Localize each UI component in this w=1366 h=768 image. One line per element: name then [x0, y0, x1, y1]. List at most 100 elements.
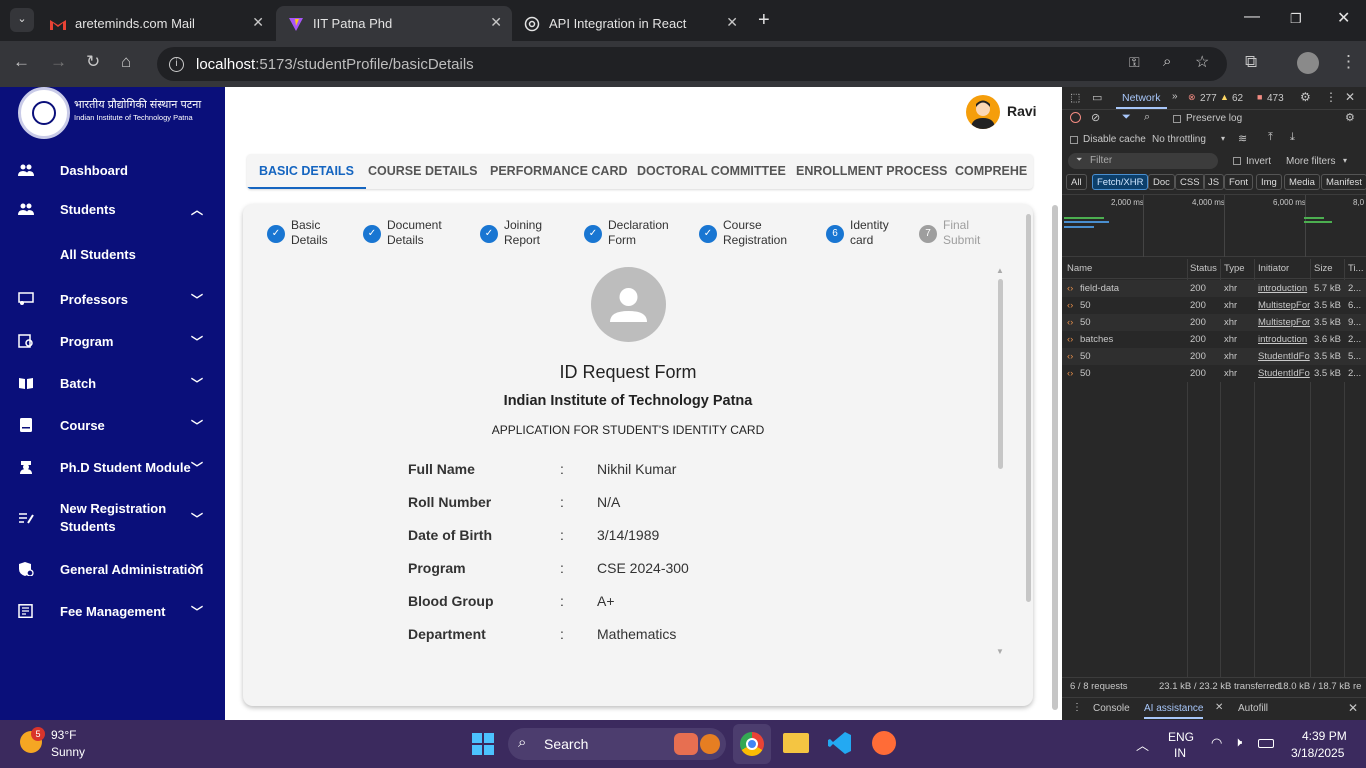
filter-js[interactable]: JS	[1203, 174, 1225, 190]
drawer-close-icon[interactable]: ✕	[1348, 701, 1358, 715]
request-row[interactable]: ‹› batches 200 xhr introduction 3.6 kB 2...	[1062, 331, 1366, 348]
filter-css[interactable]: CSS	[1175, 174, 1205, 190]
zoom-icon[interactable]: ⌕	[1163, 53, 1171, 70]
request-row[interactable]: ‹› 50 200 xhr MultistepFor 3.5 kB 9...	[1062, 314, 1366, 331]
tab-comprehensive[interactable]: COMPREHE	[955, 154, 1027, 189]
request-initiator[interactable]: StudentIdFo	[1258, 368, 1310, 379]
profile-avatar[interactable]	[1297, 52, 1319, 74]
filter-font[interactable]: Font	[1224, 174, 1254, 190]
wifi-icon[interactable]: ◠	[1211, 735, 1222, 751]
minimize-icon[interactable]: —	[1244, 8, 1260, 26]
col-name[interactable]: Name	[1067, 263, 1092, 274]
clock-date[interactable]: 3/18/2025	[1291, 746, 1344, 760]
close-icon[interactable]: ✕	[252, 14, 264, 31]
postman-icon[interactable]	[872, 731, 896, 755]
devtools-menu-icon[interactable]: ⋮	[1325, 90, 1337, 104]
bookmark-star-icon[interactable]: ☆	[1195, 52, 1209, 72]
disable-cache-checkbox[interactable]	[1070, 136, 1078, 144]
browser-tab-mail[interactable]: areteminds.com Mail ✕	[38, 6, 274, 41]
col-time[interactable]: Ti...	[1348, 263, 1363, 274]
more-filters-button[interactable]: More filters	[1286, 156, 1335, 167]
sidebar-item-students[interactable]: Students ︿	[0, 192, 225, 226]
tab-enrollment-process[interactable]: ENROLLMENT PROCESS	[796, 154, 947, 189]
page-scrollbar[interactable]	[1052, 205, 1058, 710]
tab-course-details[interactable]: COURSE DETAILS	[368, 154, 478, 189]
taskbar-search[interactable]: ⌕ Search	[508, 728, 726, 760]
invert-checkbox[interactable]	[1233, 157, 1241, 165]
address-bar[interactable]: i localhost:5173/studentProfile/basicDet…	[157, 47, 1227, 81]
drawer-tab-autofill[interactable]: Autofill	[1238, 703, 1268, 714]
filter-img[interactable]: Img	[1256, 174, 1282, 190]
maximize-icon[interactable]: ❐	[1290, 11, 1302, 27]
search-icon[interactable]: ⌕	[1144, 111, 1150, 124]
site-info-icon[interactable]: i	[169, 56, 184, 72]
tab-search-button[interactable]: ⌄	[10, 8, 34, 32]
form-scrollbar[interactable]	[998, 279, 1003, 469]
card-scrollbar[interactable]	[1026, 214, 1031, 602]
inspect-icon[interactable]: ⬚	[1070, 91, 1080, 104]
sidebar-item-fee-management[interactable]: Fee Management ﹀	[0, 594, 225, 628]
filter-input[interactable]: ⏷ Filter	[1068, 153, 1218, 169]
language-line-2[interactable]: IN	[1174, 746, 1186, 760]
drawer-menu-icon[interactable]: ⋮	[1072, 702, 1082, 713]
network-settings-icon[interactable]: ⚙	[1345, 111, 1355, 124]
close-icon[interactable]: ✕	[490, 14, 502, 31]
sidebar-item-phd-module[interactable]: Ph.D Student Module ﹀	[0, 450, 225, 484]
message-count[interactable]: 473	[1267, 93, 1284, 104]
request-initiator[interactable]: introduction	[1258, 334, 1310, 345]
sidebar-item-program[interactable]: Program ﹀	[0, 324, 225, 358]
request-row[interactable]: ‹› 50 200 xhr StudentIdFo 3.5 kB 5...	[1062, 348, 1366, 365]
sidebar-item-batch[interactable]: Batch ﹀	[0, 366, 225, 400]
volume-icon[interactable]: 🕨	[1234, 734, 1242, 750]
close-icon[interactable]: ✕	[1215, 702, 1223, 713]
new-tab-button[interactable]: +	[758, 9, 770, 32]
request-initiator[interactable]: StudentIdFo	[1258, 351, 1310, 362]
col-size[interactable]: Size	[1314, 263, 1332, 274]
devtools-close-icon[interactable]: ✕	[1345, 90, 1355, 104]
sidebar-item-new-registration[interactable]: New Registration Students ﹀	[0, 498, 225, 538]
error-count[interactable]: 277	[1200, 93, 1217, 104]
request-row[interactable]: ‹› field-data 200 xhr introduction 5.7 kB 2...	[1062, 280, 1366, 297]
chrome-taskbar-icon[interactable]	[733, 724, 771, 764]
reload-icon[interactable]: ↻	[86, 52, 100, 72]
request-initiator[interactable]: MultistepFor	[1258, 300, 1310, 311]
vscode-icon[interactable]	[828, 731, 852, 755]
timeline-overview[interactable]: 2,000 ms 4,000 ms 6,000 ms 8,0	[1062, 194, 1366, 257]
tab-doctoral-committee[interactable]: DOCTORAL COMMITTEE	[637, 154, 786, 189]
forward-icon[interactable]: →	[50, 52, 67, 72]
battery-icon[interactable]	[1258, 739, 1274, 748]
tab-performance-card[interactable]: PERFORMANCE CARD	[490, 154, 628, 189]
sidebar-item-professors[interactable]: Professors ﹀	[0, 282, 225, 316]
drawer-tab-console[interactable]: Console	[1093, 703, 1130, 714]
weather-widget[interactable]: 5 93°F Sunny	[18, 727, 98, 762]
col-status[interactable]: Status	[1190, 263, 1217, 274]
warning-count[interactable]: 62	[1232, 93, 1243, 104]
request-row[interactable]: ‹› 50 200 xhr StudentIdFo 3.5 kB 2...	[1062, 365, 1366, 382]
wifi-icon[interactable]: ≋	[1238, 132, 1247, 145]
download-icon[interactable]: ⤓	[1290, 131, 1295, 144]
clock-time[interactable]: 4:39 PM	[1302, 729, 1347, 743]
language-line-1[interactable]: ENG	[1168, 730, 1194, 744]
request-initiator[interactable]: introduction	[1258, 283, 1310, 294]
filter-doc[interactable]: Doc	[1148, 174, 1175, 190]
scroll-down-icon[interactable]: ▼	[996, 647, 1004, 656]
record-icon[interactable]	[1070, 112, 1081, 123]
home-icon[interactable]: ⌂	[121, 52, 131, 72]
scroll-up-icon[interactable]: ▲	[996, 266, 1004, 275]
col-initiator[interactable]: Initiator	[1258, 263, 1289, 274]
upload-icon[interactable]: ⤒	[1268, 131, 1273, 144]
filter-icon[interactable]: ⏷	[1122, 111, 1131, 124]
sidebar-item-course[interactable]: Course ﹀	[0, 408, 225, 442]
filter-all[interactable]: All	[1066, 174, 1087, 190]
browser-tab-iit[interactable]: IIT Patna Phd ✕	[276, 6, 512, 41]
password-key-icon[interactable]: ⚿	[1129, 54, 1140, 71]
request-row[interactable]: ‹› 50 200 xhr MultistepFor 3.5 kB 6...	[1062, 297, 1366, 314]
clear-icon[interactable]: ⊘	[1091, 111, 1100, 124]
filter-fetch-xhr[interactable]: Fetch/XHR	[1092, 174, 1149, 190]
close-icon[interactable]: ✕	[726, 14, 738, 31]
file-explorer-icon[interactable]	[783, 733, 809, 753]
browser-tab-api[interactable]: API Integration in React ✕	[512, 6, 748, 41]
throttling-select[interactable]: No throttling	[1152, 134, 1206, 145]
preserve-log-checkbox[interactable]	[1173, 115, 1181, 123]
filter-media[interactable]: Media	[1284, 174, 1320, 190]
